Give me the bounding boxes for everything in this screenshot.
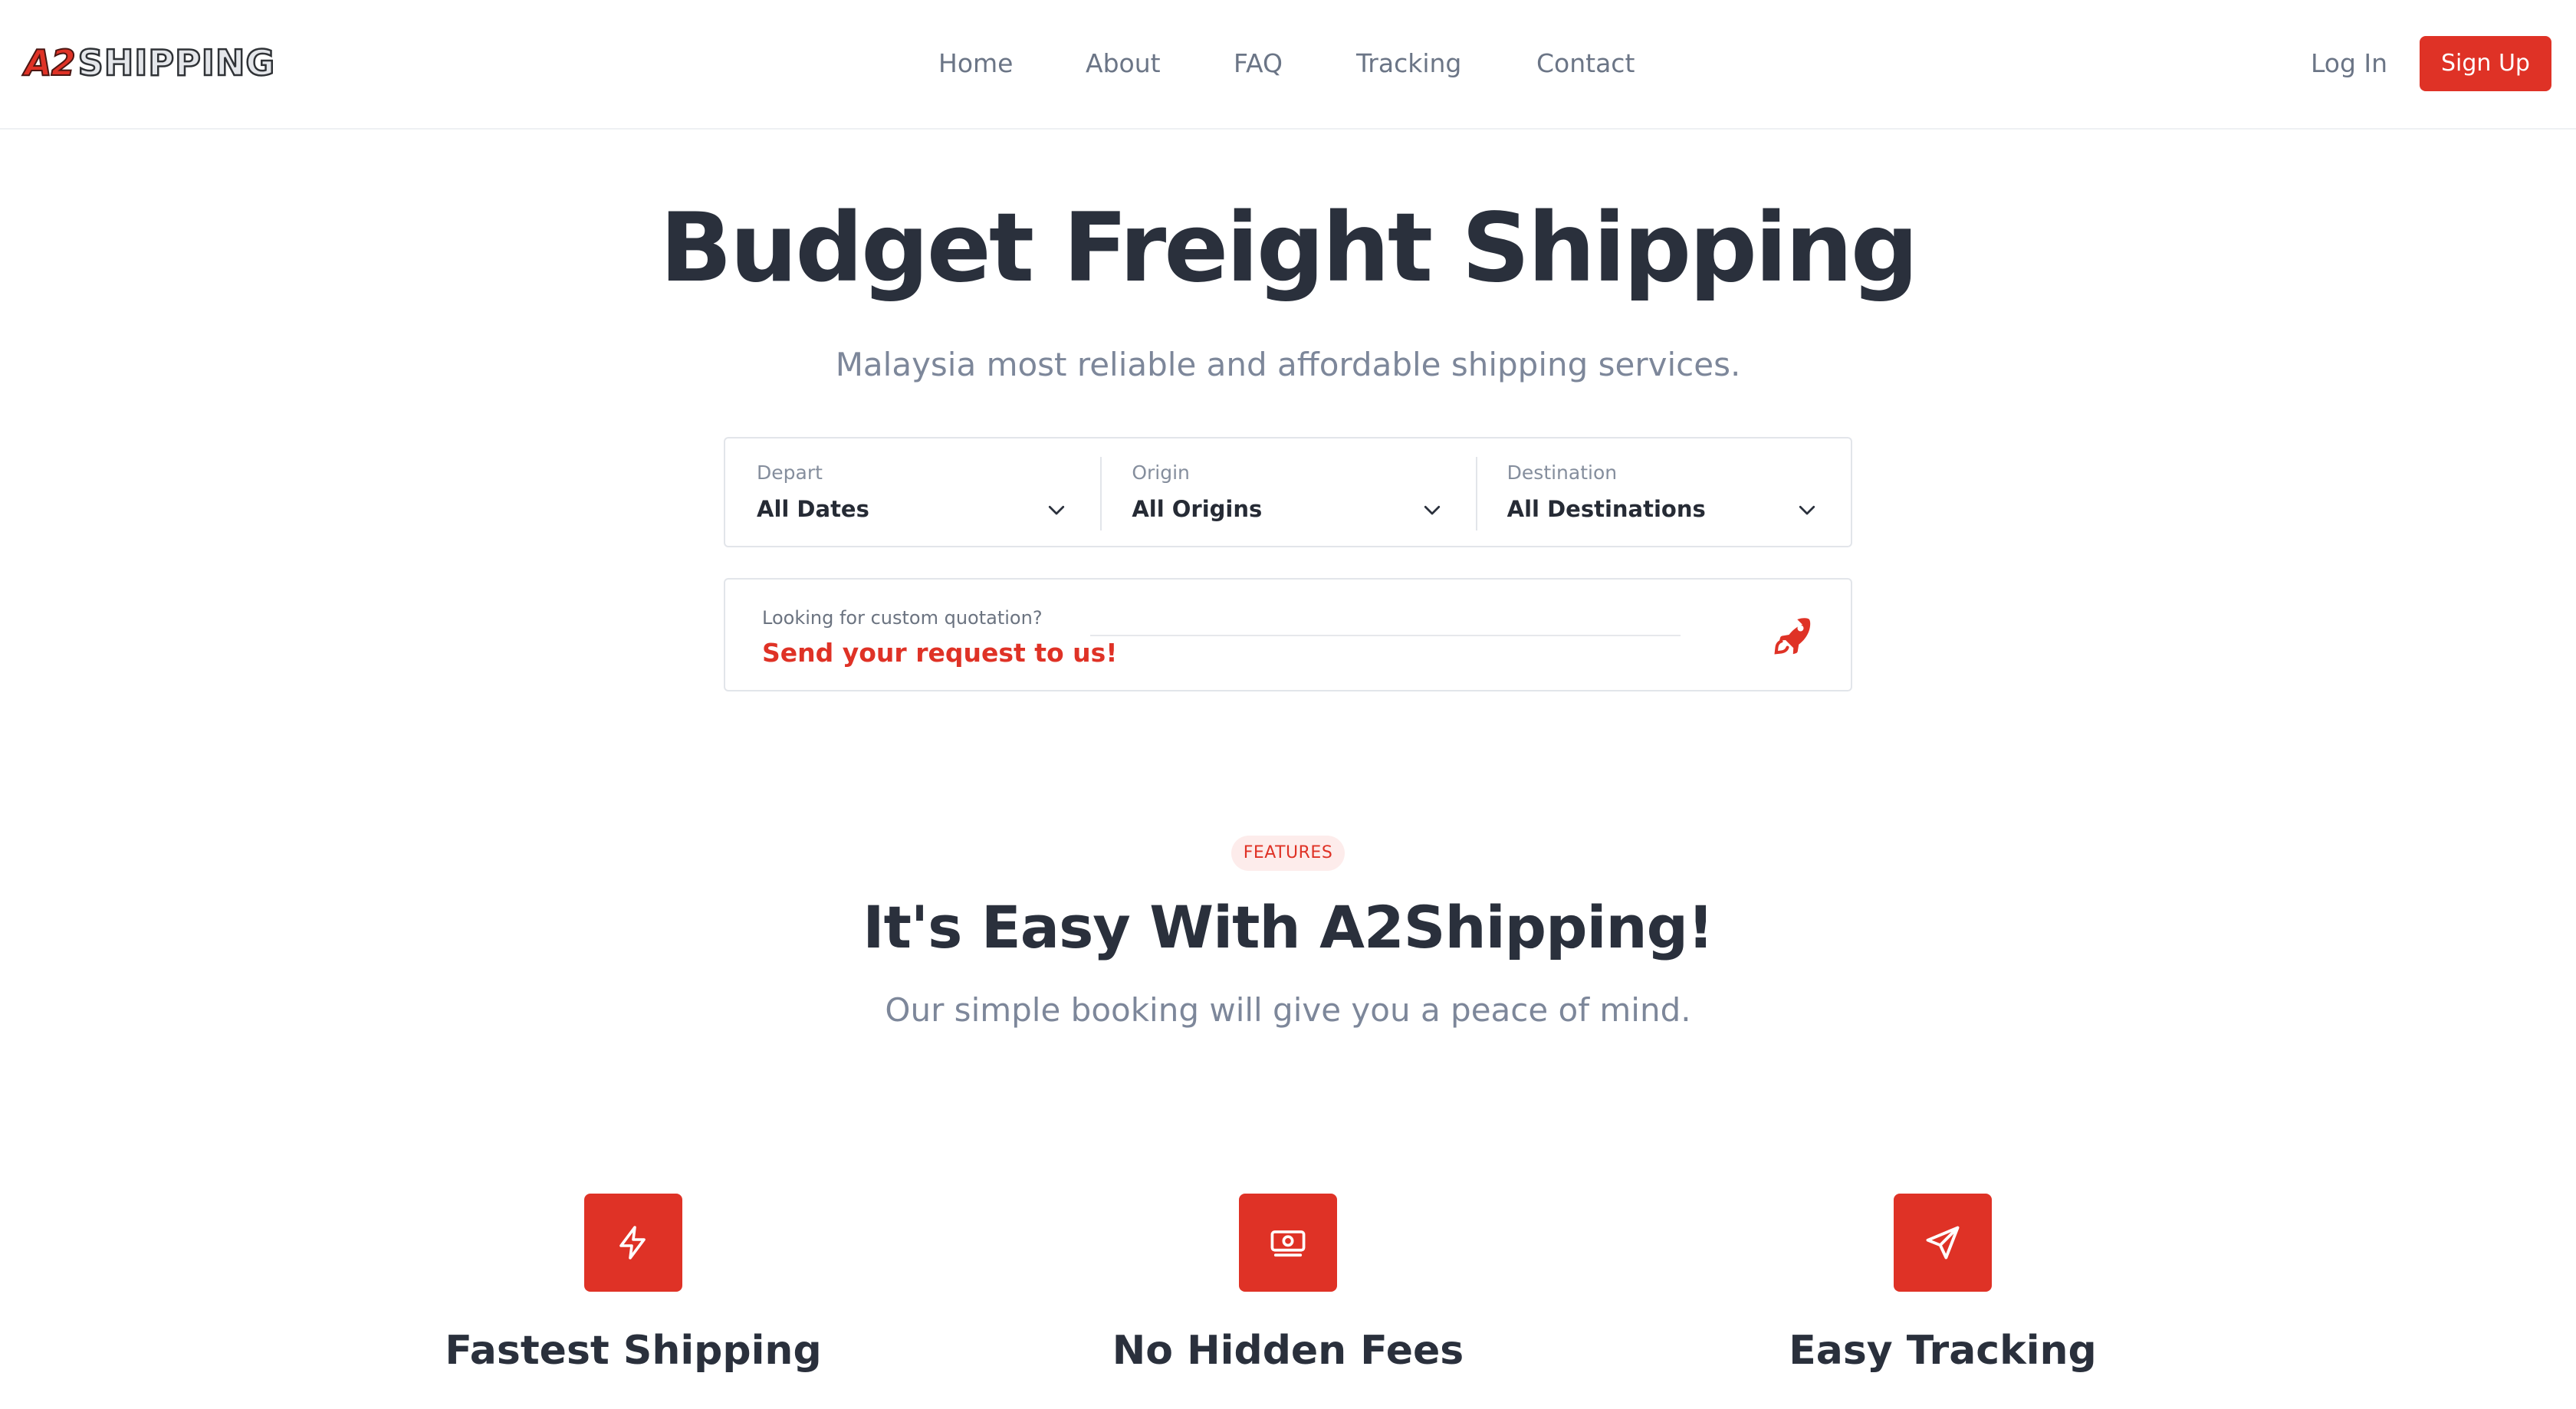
nav-tracking[interactable]: Tracking bbox=[1356, 44, 1461, 83]
destination-value: All Destinations bbox=[1506, 496, 1706, 522]
lightning-icon bbox=[584, 1194, 682, 1292]
origin-value: All Origins bbox=[1132, 496, 1263, 522]
hero-title: Budget Freight Shipping bbox=[659, 193, 1918, 304]
nav-faq[interactable]: FAQ bbox=[1234, 44, 1283, 83]
feature-fastest-shipping: Fastest Shipping bbox=[445, 1328, 822, 1374]
cash-icon bbox=[1239, 1194, 1337, 1292]
custom-quote-box[interactable]: Looking for custom quotation? Send your … bbox=[724, 578, 1852, 691]
divider bbox=[1090, 635, 1681, 636]
login-link[interactable]: Log In bbox=[2311, 44, 2387, 83]
feature-no-hidden-fees: No Hidden Fees bbox=[1112, 1328, 1464, 1374]
quote-cta-link[interactable]: Send your request to us! bbox=[762, 636, 1117, 670]
hero-subtitle: Malaysia most reliable and affordable sh… bbox=[835, 346, 1741, 383]
nav-contact[interactable]: Contact bbox=[1536, 44, 1635, 83]
feature-easy-tracking: Easy Tracking bbox=[1789, 1328, 2097, 1374]
quote-label: Looking for custom quotation? bbox=[762, 607, 1043, 629]
features-title: It's Easy With A2Shipping! bbox=[863, 893, 1714, 961]
destination-select[interactable]: Destination All Destinations bbox=[1475, 438, 1851, 546]
chevron-down-icon bbox=[1424, 505, 1440, 515]
logo-wordmark: SHIPPING bbox=[77, 42, 276, 84]
nav-about[interactable]: About bbox=[1086, 44, 1161, 83]
chevron-down-icon bbox=[1799, 505, 1815, 515]
search-filters: Depart All Dates Origin All Origins Dest… bbox=[724, 437, 1852, 547]
origin-label: Origin bbox=[1132, 461, 1190, 484]
chevron-down-icon bbox=[1049, 505, 1065, 515]
depart-label: Depart bbox=[757, 461, 823, 484]
signup-button[interactable]: Sign Up bbox=[2420, 36, 2551, 91]
origin-select[interactable]: Origin All Origins bbox=[1100, 438, 1475, 546]
logo-mark: A2 bbox=[24, 42, 77, 84]
logo[interactable]: A2 SHIPPING bbox=[24, 42, 276, 84]
nav-home[interactable]: Home bbox=[938, 44, 1013, 83]
depart-select[interactable]: Depart All Dates bbox=[725, 438, 1100, 546]
paper-plane-icon bbox=[1894, 1194, 1992, 1292]
site-header: A2 SHIPPING Home About FAQ Tracking Cont… bbox=[0, 0, 2576, 130]
features-subtitle: Our simple booking will give you a peace… bbox=[885, 991, 1691, 1029]
features-badge: FEATURES bbox=[1231, 836, 1345, 871]
depart-value: All Dates bbox=[757, 496, 869, 522]
destination-label: Destination bbox=[1506, 461, 1618, 484]
rocket-icon[interactable] bbox=[1769, 613, 1815, 659]
